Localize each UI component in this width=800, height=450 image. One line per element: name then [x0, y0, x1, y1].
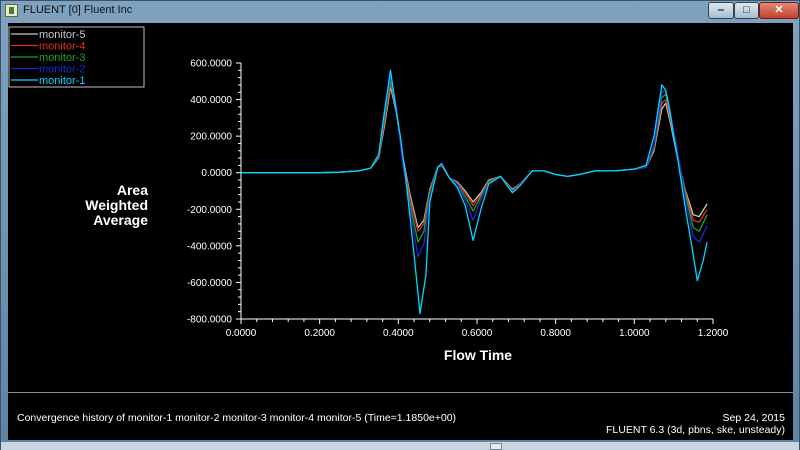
fluent-app-icon[interactable] — [5, 4, 18, 17]
y-tick-label: -400.0000 — [187, 241, 232, 252]
legend-label-monitor-4: monitor-4 — [39, 41, 85, 53]
y-axis-label: AreaWeightedAverage — [85, 182, 148, 228]
series-line-monitor-5 — [241, 86, 708, 229]
legend-label-monitor-1: monitor-1 — [39, 75, 85, 87]
y-tick-label: -600.0000 — [187, 278, 232, 289]
y-axis-label-line: Average — [93, 212, 148, 228]
info-bar: Convergence history of monitor-1 monitor… — [8, 392, 793, 440]
series-line-monitor-1 — [241, 69, 708, 315]
close-button[interactable]: ✕ — [759, 2, 799, 19]
x-tick-label: 0.0000 — [226, 328, 257, 339]
legend-label-monitor-3: monitor-3 — [39, 52, 85, 64]
fluent-window: FLUENT [0] Fluent Inc ‒ □ ✕ 600.0000 400.… — [0, 0, 800, 450]
y-tick-label: -800.0000 — [187, 315, 232, 326]
legend-label-monitor-5: monitor-5 — [39, 29, 85, 41]
window-title: FLUENT [0] Fluent Inc — [23, 4, 133, 16]
solver-label: FLUENT 6.3 (3d, pbns, ske, unsteady) — [606, 424, 785, 436]
x-tick-label: 0.6000 — [462, 328, 493, 339]
x-tick-label: 1.2000 — [698, 328, 729, 339]
x-tick-label: 1.0000 — [619, 328, 650, 339]
x-tick-label: 0.8000 — [540, 328, 571, 339]
y-axis-label-line: Area — [117, 182, 148, 198]
date-label: Sep 24, 2015 — [722, 412, 785, 424]
convergence-description: Convergence history of monitor-1 monitor… — [17, 412, 457, 424]
y-axis-label-line: Weighted — [85, 197, 148, 213]
graphics-canvas[interactable]: 600.0000 400.0000 200.0000 0.0000 -200.0000 -… — [8, 23, 793, 392]
window-bottom-border — [1, 442, 799, 450]
resize-grip-icon[interactable] — [490, 443, 502, 450]
y-tick-label: 200.0000 — [190, 132, 232, 143]
y-tick-label: 0.0000 — [201, 168, 232, 179]
minimize-button[interactable]: ‒ — [708, 2, 734, 19]
legend-label-monitor-2: monitor-2 — [39, 64, 85, 76]
y-tick-label: -200.0000 — [187, 205, 232, 216]
convergence-chart: 600.0000 400.0000 200.0000 0.0000 -200.0000 -… — [8, 26, 729, 363]
y-tick-label: 600.0000 — [190, 59, 232, 70]
series-line-monitor-2 — [241, 75, 708, 258]
x-tick-label: 0.4000 — [383, 328, 414, 339]
title-bar[interactable]: FLUENT [0] Fluent Inc ‒ □ ✕ — [1, 1, 799, 21]
x-axis-label: Flow Time — [444, 347, 512, 363]
y-tick-label: 400.0000 — [190, 95, 232, 106]
maximize-button[interactable]: □ — [734, 2, 759, 19]
x-tick-label: 0.2000 — [304, 328, 335, 339]
